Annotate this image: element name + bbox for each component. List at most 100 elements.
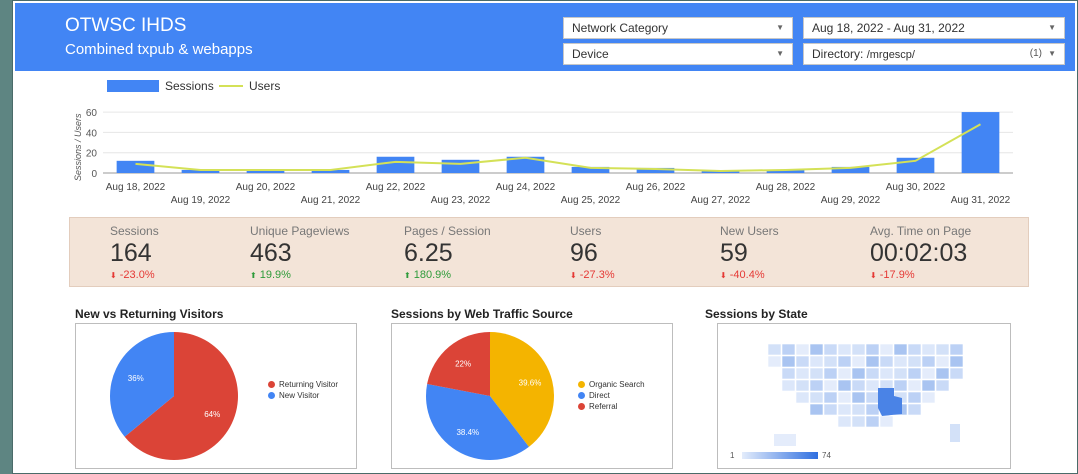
directory-filter-label: Directory: — [812, 47, 864, 61]
pie-slice-label: 22% — [455, 359, 471, 368]
legend-item[interactable]: Organic Search — [578, 380, 670, 389]
state-tile — [837, 343, 852, 356]
legend-dot-icon — [268, 381, 275, 388]
scorecard-delta: ⬇ -27.3% — [570, 269, 720, 281]
map-scale-min: 1 — [730, 451, 735, 460]
state-tile — [921, 367, 936, 380]
report-subtitle: Combined txpub & webapps — [65, 41, 253, 58]
state-tile — [837, 391, 852, 404]
arrow-down-icon: ⬇ — [870, 271, 877, 280]
report-title: OTWSC IHDS — [65, 15, 187, 36]
dashboard-frame: OTWSC IHDS Combined txpub & webapps Netw… — [12, 0, 1078, 474]
state-tile — [837, 367, 852, 380]
arrow-up-icon: ⬆ — [250, 271, 257, 280]
traffic-pie-chart: 39.6% 38.4% 22% — [426, 332, 554, 460]
state-tile — [921, 379, 936, 392]
bar-sessions — [376, 156, 415, 173]
legend-item[interactable]: New Visitor — [268, 391, 348, 400]
legend-label: Direct — [589, 391, 610, 400]
x-tick-label: Aug 22, 2022 — [366, 182, 426, 193]
arrow-down-icon: ⬇ — [110, 271, 117, 280]
scorecard-delta: ⬇ -40.4% — [720, 269, 870, 281]
scorecard-unique-pageviews: Unique Pageviews 463 ⬆ 19.9% — [250, 224, 400, 281]
x-tick-label: Aug 21, 2022 — [301, 195, 361, 206]
state-panel-title: Sessions by State — [705, 307, 808, 321]
state-tile — [851, 367, 866, 380]
scorecard-delta-value: -40.4% — [729, 269, 765, 281]
scorecard-label: Unique Pageviews — [250, 224, 350, 238]
scorecard-sessions: Sessions 164 ⬇ -23.0% — [110, 224, 260, 281]
state-tile — [823, 343, 838, 356]
state-tile — [774, 434, 796, 446]
state-tile — [837, 415, 852, 428]
state-tile — [935, 343, 950, 356]
legend-swatch-sessions — [107, 80, 159, 92]
traffic-pie: 39.6% 38.4% 22% — [426, 332, 554, 460]
device-filter[interactable]: Device ▼ — [563, 43, 793, 65]
dropdown-arrow-icon: ▼ — [1048, 49, 1056, 58]
chart-legend: Sessions Users — [107, 79, 280, 93]
x-tick-label: Aug 28, 2022 — [756, 182, 816, 193]
arrow-up-icon: ⬆ — [404, 271, 411, 280]
state-tile — [823, 391, 838, 404]
legend-label-users: Users — [249, 79, 280, 93]
date-range-value: Aug 18, 2022 - Aug 31, 2022 — [812, 21, 965, 35]
y-tick-label: 40 — [86, 128, 98, 139]
bar-sessions — [116, 160, 155, 173]
legend-dot-icon — [268, 392, 275, 399]
x-tick-label: Aug 23, 2022 — [431, 195, 491, 206]
state-tile — [851, 403, 866, 416]
scorecard-value: 59 — [720, 239, 748, 267]
dropdown-arrow-icon: ▼ — [1048, 23, 1056, 32]
state-tile — [809, 403, 824, 416]
traffic-legend: Organic Search Direct Referral — [578, 380, 670, 413]
directory-filter[interactable]: Directory: /mrgescp/ (1) ▼ — [803, 43, 1065, 65]
scorecard-pages-session: Pages / Session 6.25 ⬆ 180.9% — [404, 224, 554, 281]
legend-item[interactable]: Returning Visitor — [268, 380, 348, 389]
state-tile — [921, 343, 936, 356]
legend-label: Returning Visitor — [279, 380, 338, 389]
state-tile — [781, 343, 796, 356]
state-tile — [823, 355, 838, 368]
state-tile — [781, 367, 796, 380]
state-tile — [809, 379, 824, 392]
arrow-down-icon: ⬇ — [570, 271, 577, 280]
network-category-filter[interactable]: Network Category ▼ — [563, 17, 793, 39]
state-tile — [879, 343, 894, 356]
scorecard-value: 164 — [110, 239, 152, 267]
state-tile — [809, 367, 824, 380]
state-tile — [851, 391, 866, 404]
y-axis-label: Sessions / Users — [73, 113, 83, 181]
state-tile — [879, 355, 894, 368]
scorecard-label: Users — [570, 224, 602, 238]
traffic-panel-title: Sessions by Web Traffic Source — [391, 307, 573, 321]
visitors-pie-chart: 64% 36% — [110, 332, 239, 460]
x-tick-label: Aug 30, 2022 — [886, 182, 946, 193]
scorecard-value: 00:02:03 — [870, 239, 968, 267]
scorecard-delta-value: 180.9% — [413, 269, 452, 281]
state-tile — [795, 391, 810, 404]
state-tile — [837, 379, 852, 392]
legend-item[interactable]: Direct — [578, 391, 670, 400]
x-tick-label: Aug 27, 2022 — [691, 195, 751, 206]
state-map-panel: 1 74 — [717, 323, 1011, 469]
state-tile — [851, 379, 866, 392]
date-range-picker[interactable]: Aug 18, 2022 - Aug 31, 2022 ▼ — [803, 17, 1065, 39]
state-tile — [851, 415, 866, 428]
legend-item[interactable]: Referral — [578, 402, 670, 411]
scorecard-delta-value: 19.9% — [259, 269, 291, 281]
scorecard-delta-value: -17.9% — [879, 269, 915, 281]
device-label: Device — [572, 47, 609, 61]
state-tiles — [767, 343, 964, 446]
state-tile — [865, 379, 880, 392]
sessions-bars — [116, 112, 1000, 173]
state-tile — [851, 343, 866, 356]
state-tile — [949, 367, 964, 380]
y-axis-ticks: 60 40 20 0 — [86, 108, 98, 180]
state-tile — [893, 355, 908, 368]
pie-slice-label: 39.6% — [519, 378, 542, 387]
visitors-legend: Returning Visitor New Visitor — [268, 380, 348, 402]
state-tile — [907, 379, 922, 392]
scorecard-label: New Users — [720, 224, 779, 238]
state-tile — [950, 424, 960, 442]
